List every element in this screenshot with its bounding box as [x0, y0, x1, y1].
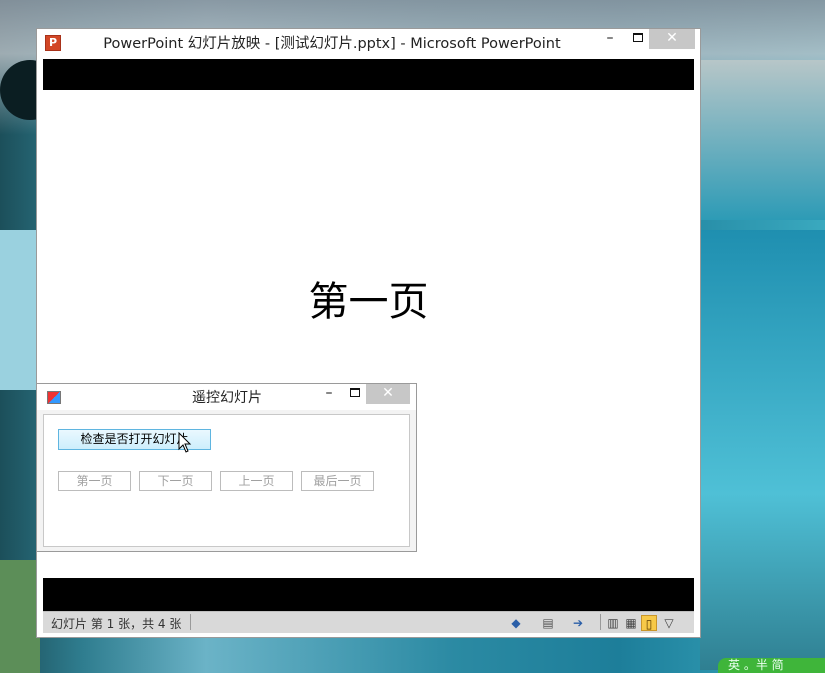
letterbox-bottom [43, 578, 694, 611]
next-slide-icon[interactable]: ➔ [570, 615, 586, 631]
letterbox-top [43, 59, 694, 90]
previous-page-button[interactable]: 上一页 [220, 471, 293, 491]
remote-control-window: 遥控幻灯片 – ✕ 检查是否打开幻灯片 第一页 下一页 上一页 最后一页 [36, 383, 417, 552]
window-title: PowerPoint 幻灯片放映 - [测试幻灯片.pptx] - Micros… [103, 36, 561, 52]
slide-sorter-icon[interactable]: ▦ [623, 615, 639, 631]
powerpoint-icon[interactable]: P [45, 35, 61, 51]
minimize-button[interactable]: – [597, 29, 623, 49]
reading-view-icon[interactable]: ▯ [641, 615, 657, 631]
window-titlebar[interactable]: 遥控幻灯片 – ✕ [37, 384, 416, 410]
window-app-icon[interactable] [47, 391, 61, 404]
maximize-icon [633, 33, 643, 42]
desktop-wallpaper-shape [0, 230, 40, 390]
slideshow-icon[interactable]: ▽ [661, 615, 677, 631]
close-button[interactable]: ✕ [649, 29, 695, 49]
desktop-wallpaper-shape [700, 230, 825, 670]
status-bar: 幻灯片 第 1 张，共 4 张 ◆ ▤ ➔ ▥ ▦ ▯ ▽ [43, 611, 694, 633]
normal-view-icon[interactable]: ▥ [605, 615, 621, 631]
ime-indicator[interactable]: 英 。半 简 [718, 658, 825, 673]
minimize-button[interactable]: – [317, 384, 341, 404]
maximize-icon [350, 388, 360, 397]
previous-slide-icon[interactable]: ◆ [508, 615, 524, 631]
maximize-button[interactable] [625, 29, 651, 49]
slide-notes-icon[interactable]: ▤ [540, 615, 556, 631]
slide-content-text: 第一页 [308, 279, 429, 325]
status-divider [600, 614, 601, 630]
next-page-button[interactable]: 下一页 [139, 471, 212, 491]
remote-control-panel: 检查是否打开幻灯片 第一页 下一页 上一页 最后一页 [43, 414, 410, 547]
first-page-button[interactable]: 第一页 [58, 471, 131, 491]
desktop-wallpaper-shape [700, 60, 825, 220]
window-title: 遥控幻灯片 [192, 390, 262, 406]
desktop-wallpaper-shape [0, 560, 40, 673]
last-page-button[interactable]: 最后一页 [301, 471, 374, 491]
mouse-cursor-icon [178, 432, 192, 453]
slide-counter: 幻灯片 第 1 张，共 4 张 [51, 617, 182, 631]
maximize-button[interactable] [343, 384, 367, 404]
close-button[interactable]: ✕ [366, 384, 410, 404]
window-titlebar[interactable]: P PowerPoint 幻灯片放映 - [测试幻灯片.pptx] - Micr… [37, 29, 700, 59]
status-divider [190, 614, 191, 630]
